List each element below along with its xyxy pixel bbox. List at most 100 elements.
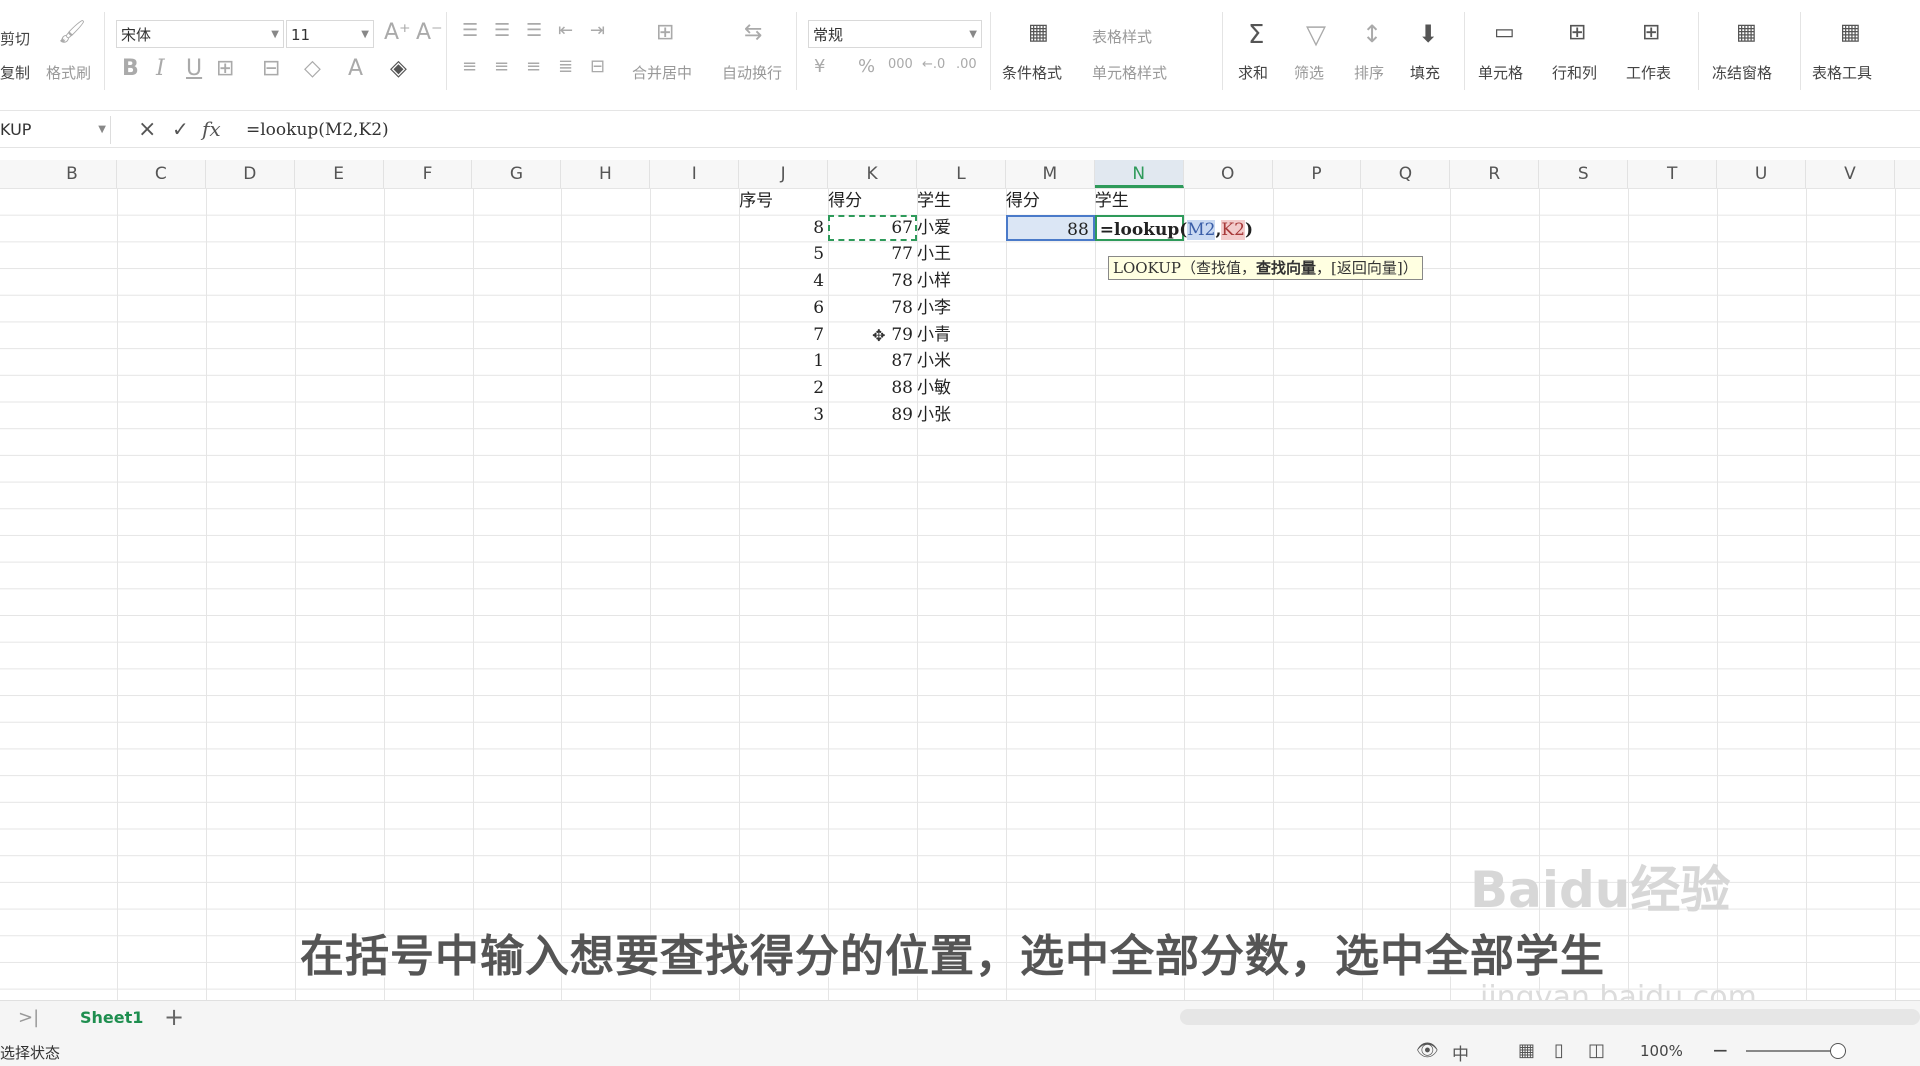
number-format-select[interactable]: 常规 ▼ — [808, 20, 982, 48]
merge-center-button[interactable]: 合并居中 — [632, 62, 692, 83]
freeze-panes-button[interactable]: 冻结窗格 — [1712, 62, 1772, 83]
column-header-G[interactable]: G — [473, 160, 562, 188]
add-sheet-button[interactable]: + — [164, 1003, 184, 1031]
cell-n2-editor[interactable]: =lookup(M2,K2) — [1094, 214, 1253, 241]
table-row-student[interactable]: 小爱 — [917, 215, 1006, 241]
column-header-F[interactable]: F — [384, 160, 473, 188]
conditional-format-button[interactable]: 条件格式 — [1002, 62, 1062, 83]
clear-format-icon[interactable]: ◈ — [390, 58, 407, 80]
fill-button[interactable]: 填充 — [1410, 62, 1440, 83]
align-top-icon[interactable]: ☰ — [462, 22, 478, 40]
align-right-icon[interactable]: ≡ — [526, 58, 541, 76]
column-header-O[interactable]: O — [1184, 160, 1273, 188]
column-header-E[interactable]: E — [295, 160, 384, 188]
cell-m2[interactable]: 88 — [1005, 214, 1095, 241]
column-header-B[interactable]: B — [28, 160, 117, 188]
distribute-icon[interactable]: ⊟ — [590, 58, 605, 76]
column-header-C[interactable]: C — [117, 160, 206, 188]
increase-font-icon[interactable]: A⁺ — [384, 22, 411, 44]
increase-decimal-icon[interactable]: ←.0 — [922, 58, 945, 71]
table-row-score[interactable]: 77 — [828, 241, 917, 267]
copy-button[interactable]: 复制 — [0, 62, 30, 83]
name-box-dropdown-icon[interactable]: ▼ — [98, 116, 106, 144]
confirm-icon[interactable]: ✓ — [172, 117, 189, 141]
header-cell-J[interactable]: 序号 — [739, 188, 828, 214]
column-header-U[interactable]: U — [1717, 160, 1806, 188]
justify-icon[interactable]: ≣ — [558, 58, 573, 76]
column-header-V[interactable]: V — [1806, 160, 1895, 188]
sort-button[interactable]: 排序 — [1354, 62, 1384, 83]
eye-icon[interactable]: 👁 — [1416, 1040, 1439, 1061]
column-header-D[interactable]: D — [206, 160, 295, 188]
column-header-N[interactable]: N — [1094, 160, 1184, 188]
align-bottom-icon[interactable]: ☰ — [526, 22, 542, 40]
table-style-button[interactable]: 表格样式 — [1092, 26, 1152, 47]
column-header-M[interactable]: M — [1006, 160, 1095, 188]
column-header-P[interactable]: P — [1273, 160, 1362, 188]
zoom-slider-handle[interactable] — [1830, 1043, 1846, 1059]
align-middle-icon[interactable]: ☰ — [494, 22, 510, 40]
table-row-student[interactable]: 小米 — [917, 348, 1006, 374]
indent-decrease-icon[interactable]: ⇤ — [558, 22, 573, 40]
column-header-T[interactable]: T — [1628, 160, 1718, 188]
zoom-level[interactable]: 100% — [1640, 1042, 1683, 1060]
cell-style-button[interactable]: 单元格样式 — [1092, 62, 1167, 83]
column-header-L[interactable]: L — [917, 160, 1006, 188]
table-row-score[interactable]: 67 — [828, 215, 917, 241]
table-row-seq[interactable]: 6 — [739, 295, 828, 321]
formula-input[interactable]: =lookup(M2,K2) — [246, 113, 389, 147]
table-row-student[interactable]: 小样 — [917, 268, 1006, 294]
table-row-score[interactable]: 78 — [828, 295, 917, 321]
column-header-H[interactable]: H — [561, 160, 651, 188]
font-color-icon[interactable]: A — [348, 58, 363, 80]
worksheet-button[interactable]: 工作表 — [1626, 62, 1671, 83]
header-cell-K[interactable]: 得分 — [828, 188, 917, 214]
font-size-select[interactable]: 11 ▼ — [286, 20, 374, 48]
underline-icon[interactable]: U — [186, 58, 202, 80]
table-row-score[interactable]: 88 — [828, 375, 917, 401]
table-row-student[interactable]: 小李 — [917, 295, 1006, 321]
table-row-seq[interactable]: 3 — [739, 402, 828, 428]
table-row-seq[interactable]: 2 — [739, 375, 828, 401]
fx-icon[interactable]: fx — [202, 117, 221, 141]
column-header-R[interactable]: R — [1450, 160, 1540, 188]
page-layout-icon[interactable]: ▯ — [1554, 1040, 1564, 1061]
format-painter-button[interactable]: 格式刷 — [46, 62, 91, 83]
last-sheet-icon[interactable]: >| — [18, 1007, 39, 1028]
fill-color-icon[interactable]: ◇ — [304, 58, 321, 80]
header-cell-L[interactable]: 学生 — [917, 188, 1006, 214]
table-row-score[interactable]: 89 — [828, 402, 917, 428]
table-tools-button[interactable]: 表格工具 — [1812, 62, 1872, 83]
table-row-score[interactable]: 78 — [828, 268, 917, 294]
currency-icon[interactable]: ¥ — [814, 58, 825, 76]
font-name-select[interactable]: 宋体 ▼ — [116, 20, 284, 48]
border-icon[interactable]: ⊞ — [216, 58, 234, 80]
percent-icon[interactable]: % — [858, 58, 875, 76]
table-row-student[interactable]: 小张 — [917, 402, 1006, 428]
sum-button[interactable]: 求和 — [1238, 62, 1268, 83]
align-center-icon[interactable]: ≡ — [494, 58, 509, 76]
indent-increase-icon[interactable]: ⇥ — [590, 22, 605, 40]
table-row-seq[interactable]: 1 — [739, 348, 828, 374]
table-row-student[interactable]: 小王 — [917, 241, 1006, 267]
cancel-icon[interactable]: × — [138, 117, 156, 142]
cell-border-style-icon[interactable]: ⊟ — [262, 58, 280, 80]
horizontal-scrollbar[interactable] — [1180, 1009, 1920, 1025]
column-header-J[interactable]: J — [739, 160, 829, 188]
table-row-seq[interactable]: 8 — [739, 215, 828, 241]
table-row-seq[interactable]: 4 — [739, 268, 828, 294]
bold-icon[interactable]: B — [122, 58, 139, 80]
column-header-K[interactable]: K — [828, 160, 917, 188]
table-row-student[interactable]: 小敏 — [917, 375, 1006, 401]
rows-cols-button[interactable]: 行和列 — [1552, 62, 1597, 83]
cut-button[interactable]: 剪切 — [0, 28, 30, 49]
column-header-S[interactable]: S — [1539, 160, 1629, 188]
column-header-I[interactable]: I — [650, 160, 740, 188]
table-row-seq[interactable]: 7 — [739, 322, 828, 348]
align-left-icon[interactable]: ≡ — [462, 58, 477, 76]
wrap-text-button[interactable]: 自动换行 — [722, 62, 782, 83]
normal-view-icon[interactable]: ▦ — [1518, 1040, 1535, 1061]
sheet-tab-sheet1[interactable]: Sheet1 — [80, 1008, 143, 1027]
table-row-student[interactable]: 小青 — [917, 322, 1006, 348]
filter-button[interactable]: 筛选 — [1294, 62, 1324, 83]
